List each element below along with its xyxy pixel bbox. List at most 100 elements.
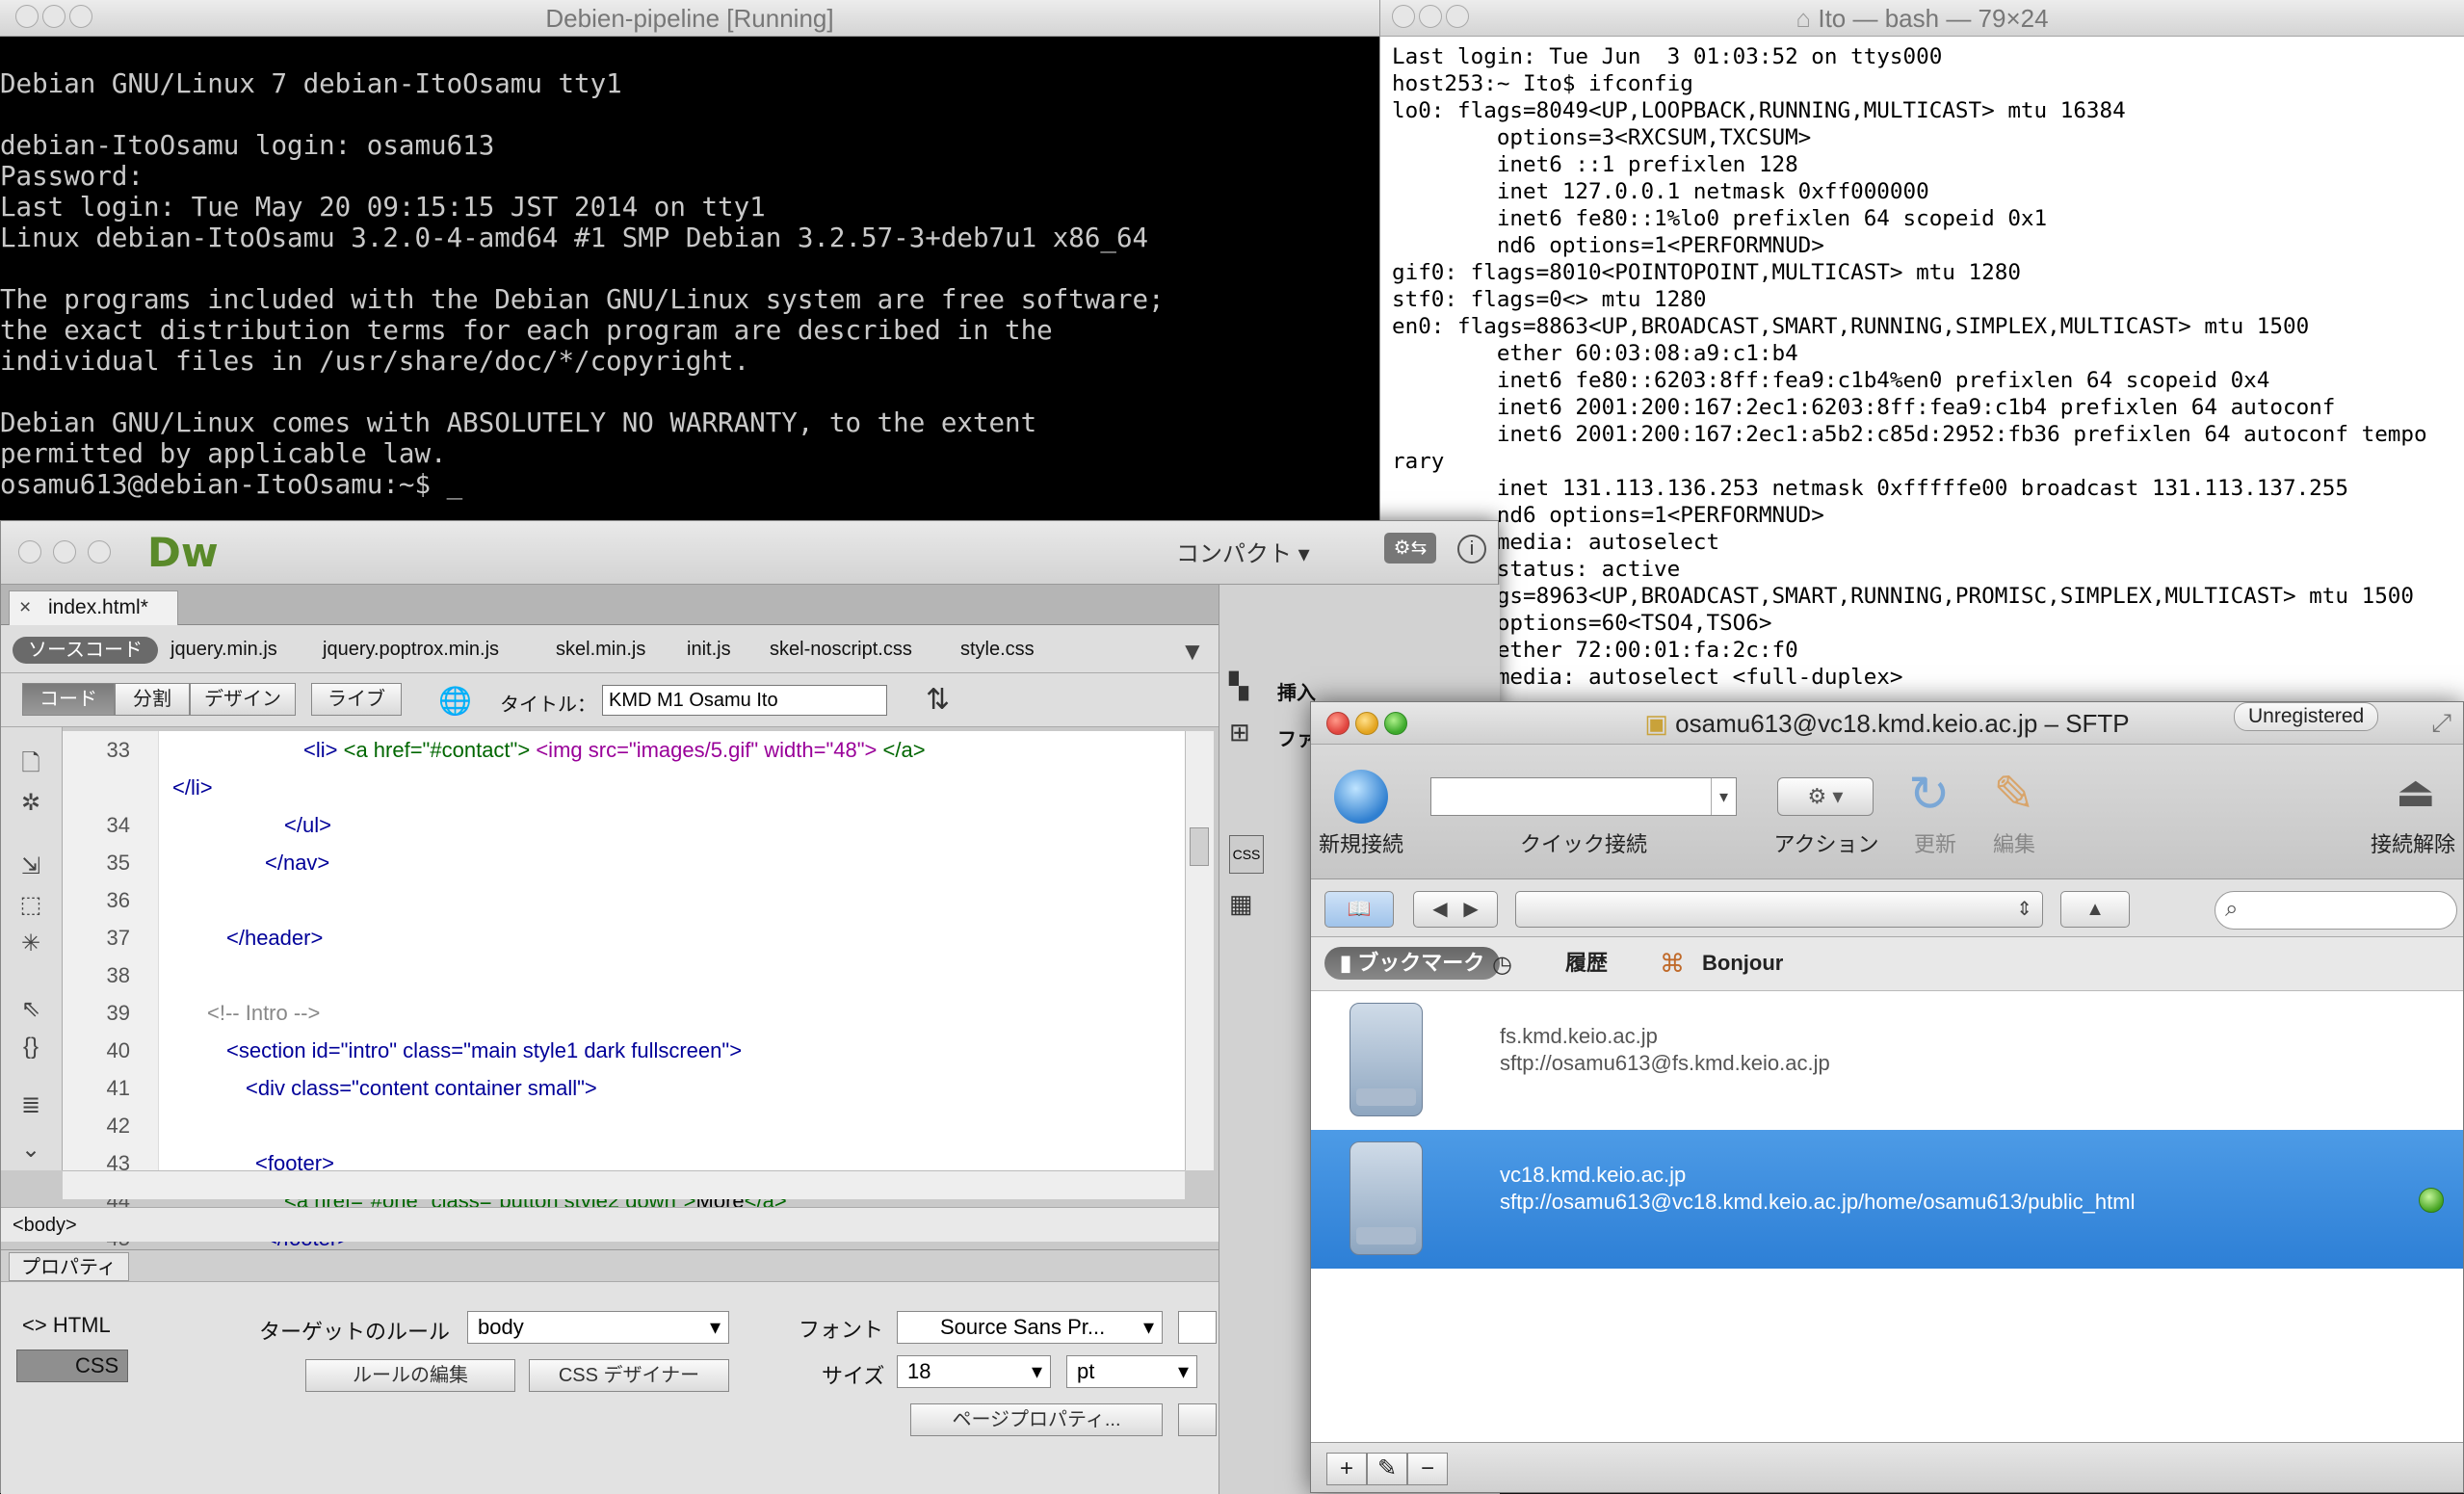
design-view-button[interactable]: デザイン <box>190 683 296 716</box>
related-file-init[interactable]: init.js <box>687 639 731 661</box>
search-input[interactable]: ⌕ <box>2215 891 2457 930</box>
bookmark-row-selected[interactable]: vc18.kmd.keio.ac.jp sftp://osamu613@vc18… <box>1311 1130 2463 1269</box>
terminal-output[interactable]: Last login: Tue Jun 3 01:03:52 on ttys00… <box>1392 43 2464 732</box>
expand-all-icon[interactable]: ✳ <box>16 930 45 958</box>
size-input[interactable]: 18 ▾ <box>897 1355 1051 1388</box>
vm-console[interactable]: Debian GNU/Linux 7 debian-ItoOsamu tty1 … <box>0 37 1379 539</box>
code-line[interactable]: </li> <box>172 773 213 803</box>
line-numbers-icon[interactable]: ≣ <box>16 1091 45 1120</box>
close-button[interactable] <box>18 540 41 564</box>
zoom-button[interactable] <box>88 540 111 564</box>
balance-braces-icon[interactable]: {} <box>16 1034 45 1062</box>
document-title-input[interactable] <box>602 685 887 716</box>
tab-bookmarks[interactable]: ▮ ブックマーク <box>1324 947 1501 980</box>
dw-titlebar[interactable]: Dw コンパクト ▾ ⚙⇆ i <box>1 521 1498 585</box>
code-line[interactable]: <section id="intro" class="main style1 d… <box>226 1035 742 1066</box>
tab-bonjour[interactable]: Bonjour <box>1687 947 1798 980</box>
css-designer-button[interactable]: CSS デザイナー <box>529 1359 729 1392</box>
terminal-window[interactable]: ⌂ Ito — bash — 79×24 Last login: Tue Jun… <box>1379 0 2464 732</box>
add-bookmark-button[interactable]: + <box>1326 1453 1367 1485</box>
disconnect-button[interactable]: ⏏ 接続解除 <box>2361 745 2464 879</box>
font-weight-select[interactable] <box>1178 1311 1217 1344</box>
vertical-scrollbar[interactable] <box>1185 731 1214 1170</box>
code-line[interactable]: <li> <a href="#contact"> <img src="image… <box>303 735 926 766</box>
sort-icon[interactable]: ⇅ <box>926 683 950 717</box>
terminal-line: lo0: flags=8049<UP,LOOPBACK,RUNNING,MULT… <box>1392 98 2126 123</box>
code-line[interactable]: </header> <box>226 923 323 954</box>
select-parent-tag-icon[interactable]: ⇖ <box>16 995 45 1024</box>
tab-history[interactable]: 履歴 <box>1550 947 1623 980</box>
close-tab-icon[interactable]: × <box>19 591 31 624</box>
remove-bookmark-button[interactable]: − <box>1407 1453 1448 1485</box>
parent-directory-button[interactable]: ▲ <box>2060 891 2130 928</box>
code-editor[interactable]: 33 <li> <a href="#contact"> <img src="ima… <box>63 731 1185 1250</box>
workspace-switcher[interactable]: コンパクト ▾ <box>1176 535 1310 568</box>
sftp-window[interactable]: ▣ osamu613@vc18.kmd.keio.ac.jp – SFTP Un… <box>1310 701 2464 1493</box>
new-connection-button[interactable]: 新規接続 <box>1315 745 1407 879</box>
list-item-button[interactable] <box>1178 1403 1217 1436</box>
code-line[interactable]: <div class="content container small"> <box>246 1073 597 1104</box>
back-forward-buttons[interactable]: ◀ ▶ <box>1413 891 1498 928</box>
related-file-poptrox[interactable]: jquery.poptrox.min.js <box>323 639 499 661</box>
edit-rule-button[interactable]: ルールの編集 <box>305 1359 515 1392</box>
css-mode-button[interactable]: CSS <box>16 1350 128 1382</box>
live-view-button[interactable]: ライブ <box>311 683 402 716</box>
edit-button[interactable]: ✎ 編集 <box>1976 745 2053 879</box>
vm-line <box>0 377 1379 407</box>
code-line[interactable]: </nav> <box>265 848 329 878</box>
collapse-selection-icon[interactable]: ⬚ <box>16 891 45 920</box>
split-view-button[interactable]: 分割 <box>115 683 190 716</box>
dreamweaver-window[interactable]: Dw コンパクト ▾ ⚙⇆ i × index.html* ソースコード jqu… <box>0 520 1500 1494</box>
unregistered-badge[interactable]: Unregistered <box>2234 702 2379 731</box>
related-file-style[interactable]: style.css <box>960 639 1035 661</box>
refresh-button[interactable]: ↻ 更新 <box>1897 745 1974 879</box>
vm-titlebar[interactable]: Debien-pipeline [Running] <box>0 0 1379 37</box>
font-select[interactable]: Source Sans Pr... ▾ <box>897 1311 1163 1344</box>
page-properties-button[interactable]: ページプロパティ... <box>910 1403 1163 1436</box>
assets-icon[interactable]: ▦ <box>1229 889 1253 919</box>
filter-icon[interactable]: ▼ <box>1180 637 1205 667</box>
info-icon[interactable]: i <box>1457 535 1486 564</box>
path-selector[interactable]: ⇕ <box>1515 891 2043 928</box>
insert-icon[interactable]: ▚ <box>1229 671 1248 701</box>
sync-settings-icon[interactable]: ⚙⇆ <box>1384 533 1436 564</box>
open-documents-icon[interactable]: 🗋 <box>16 747 45 776</box>
html-mode-button[interactable]: <> HTML <box>22 1313 111 1338</box>
edit-bookmark-button[interactable]: ✎ <box>1367 1453 1407 1485</box>
globe-icon[interactable]: 🌐 <box>438 685 472 717</box>
code-line[interactable]: <!-- Intro --> <box>207 998 320 1029</box>
horizontal-scrollbar[interactable] <box>63 1170 1185 1199</box>
target-rule-select[interactable]: body ▾ <box>467 1311 729 1344</box>
line-number: 40 <box>106 1038 130 1062</box>
code-view-button[interactable]: コード <box>22 683 115 716</box>
fullscreen-icon[interactable]: ⤢ <box>2431 708 2451 739</box>
sftp-titlebar[interactable]: ▣ osamu613@vc18.kmd.keio.ac.jp – SFTP Un… <box>1311 702 2463 745</box>
tag-chooser-icon[interactable]: ✲ <box>16 789 45 818</box>
more-tools-icon[interactable]: ⌄ <box>16 1136 45 1165</box>
tag-selector[interactable]: <body> <box>1 1207 1219 1242</box>
forward-icon[interactable]: ▶ <box>1463 899 1478 920</box>
target-rule-label: ターゲットのルール <box>259 1320 451 1344</box>
back-icon[interactable]: ◀ <box>1432 899 1447 920</box>
terminal-line: host253:~ Ito$ ifconfig <box>1392 71 1693 96</box>
related-file-skel-noscript[interactable]: skel-noscript.css <box>770 639 912 661</box>
vm-window[interactable]: Debien-pipeline [Running] Debian GNU/Lin… <box>0 0 1379 539</box>
font-label: フォント <box>799 1318 884 1342</box>
bookmark-row[interactable]: fs.kmd.keio.ac.jp sftp://osamu613@fs.kmd… <box>1311 991 2463 1130</box>
terminal-titlebar[interactable]: ⌂ Ito — bash — 79×24 <box>1380 0 2464 37</box>
scroll-thumb[interactable] <box>1190 827 1209 866</box>
collapse-tag-icon[interactable]: ⇲ <box>16 852 45 881</box>
size-unit-select[interactable]: pt ▾ <box>1066 1355 1197 1388</box>
clock-icon[interactable]: ◷ <box>1492 951 1512 979</box>
code-line[interactable]: </ul> <box>284 810 331 841</box>
properties-tab[interactable]: プロパティ <box>9 1252 129 1281</box>
files-icon[interactable]: ⊞ <box>1229 718 1250 747</box>
related-file-skel[interactable]: skel.min.js <box>556 639 645 661</box>
source-code-button[interactable]: ソースコード <box>13 637 158 664</box>
css-styles-icon[interactable]: CSS <box>1229 835 1264 874</box>
minimize-button[interactable] <box>53 540 76 564</box>
bonjour-icon[interactable]: ⌘ <box>1660 949 1685 979</box>
tab-index-html[interactable]: × index.html* <box>9 590 178 625</box>
related-file-jquery[interactable]: jquery.min.js <box>170 639 277 661</box>
bookmarks-toggle-button[interactable]: 📖 <box>1324 891 1394 928</box>
